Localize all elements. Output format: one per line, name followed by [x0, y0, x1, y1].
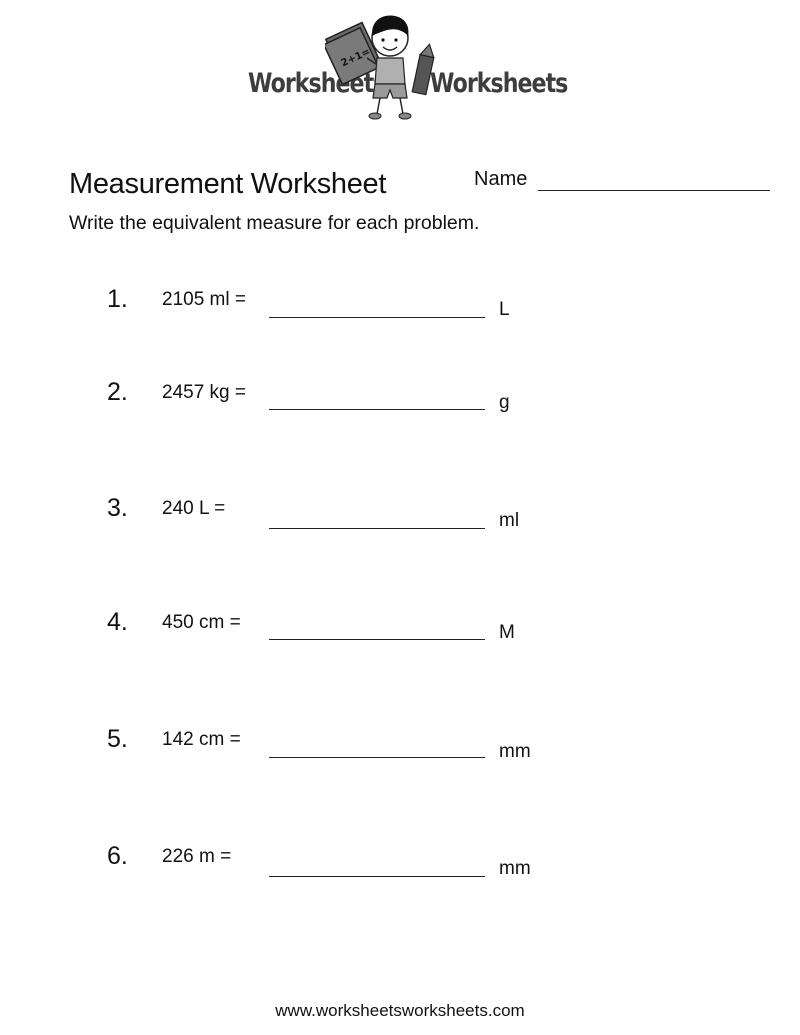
worksheet-title: Measurement Worksheet	[69, 168, 387, 200]
problem-expression: 2105 ml =	[162, 289, 246, 310]
kid-with-book-and-pencil-icon: 2+1=	[325, 15, 435, 120]
problem-item: 2. 2457 kg = g	[0, 378, 800, 438]
answer-blank[interactable]	[269, 639, 485, 640]
answer-blank[interactable]	[269, 317, 485, 318]
problem-number: 1.	[107, 285, 128, 313]
problem-item: 6. 226 m = mm	[0, 842, 800, 902]
worksheets-logo: Worksheets 2+1= Worksheets	[245, 0, 568, 125]
problem-expression: 142 cm =	[162, 729, 241, 750]
answer-blank[interactable]	[269, 757, 485, 758]
footer-url: www.worksheetsworksheets.com	[275, 1001, 525, 1020]
answer-unit: mm	[499, 741, 531, 762]
problem-number: 3.	[107, 494, 128, 522]
logo-word-right: Worksheets	[430, 68, 568, 99]
answer-unit: L	[499, 299, 510, 320]
problem-expression: 226 m =	[162, 846, 232, 867]
answer-unit: mm	[499, 858, 531, 879]
answer-unit: g	[499, 392, 510, 413]
name-field-line[interactable]	[538, 190, 770, 191]
problem-number: 6.	[107, 842, 128, 870]
problem-item: 1. 2105 ml = L	[0, 285, 800, 345]
problem-number: 4.	[107, 608, 128, 636]
name-label: Name	[474, 168, 528, 190]
problem-item: 4. 450 cm = M	[0, 608, 800, 668]
answer-blank[interactable]	[269, 528, 485, 529]
answer-unit: M	[499, 622, 515, 643]
answer-unit: ml	[499, 510, 520, 531]
problem-expression: 450 cm =	[162, 612, 241, 633]
problem-number: 2.	[107, 378, 128, 406]
answer-blank[interactable]	[269, 876, 485, 877]
problem-item: 3. 240 L = ml	[0, 494, 800, 554]
instructions: Write the equivalent measure for each pr…	[69, 212, 480, 234]
problem-number: 5.	[107, 725, 128, 753]
problem-item: 5. 142 cm = mm	[0, 725, 800, 785]
answer-blank[interactable]	[269, 409, 485, 410]
problem-expression: 2457 kg =	[162, 382, 246, 403]
problem-expression: 240 L =	[162, 498, 226, 519]
